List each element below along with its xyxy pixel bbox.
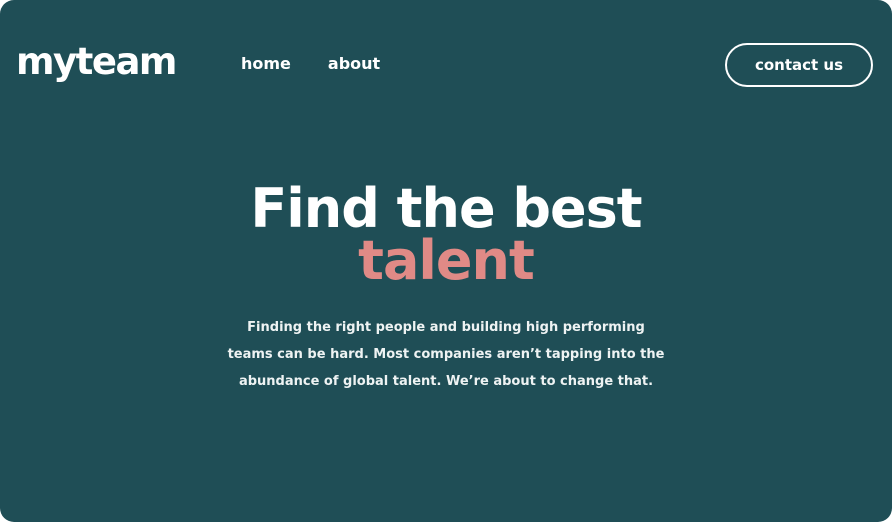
hero-section: Find the best talent Finding the right p…: [0, 180, 892, 395]
hero-description: Finding the right people and building hi…: [227, 320, 665, 389]
nav-link-about[interactable]: about: [328, 54, 380, 74]
main-nav: home about: [241, 54, 380, 74]
logo[interactable]: myteam: [16, 40, 177, 84]
hero-title-accent: talent: [358, 229, 535, 292]
contact-us-button[interactable]: contact us: [725, 43, 873, 87]
nav-link-home[interactable]: home: [241, 54, 291, 74]
page: myteam home about contact us Find the be…: [0, 0, 892, 522]
